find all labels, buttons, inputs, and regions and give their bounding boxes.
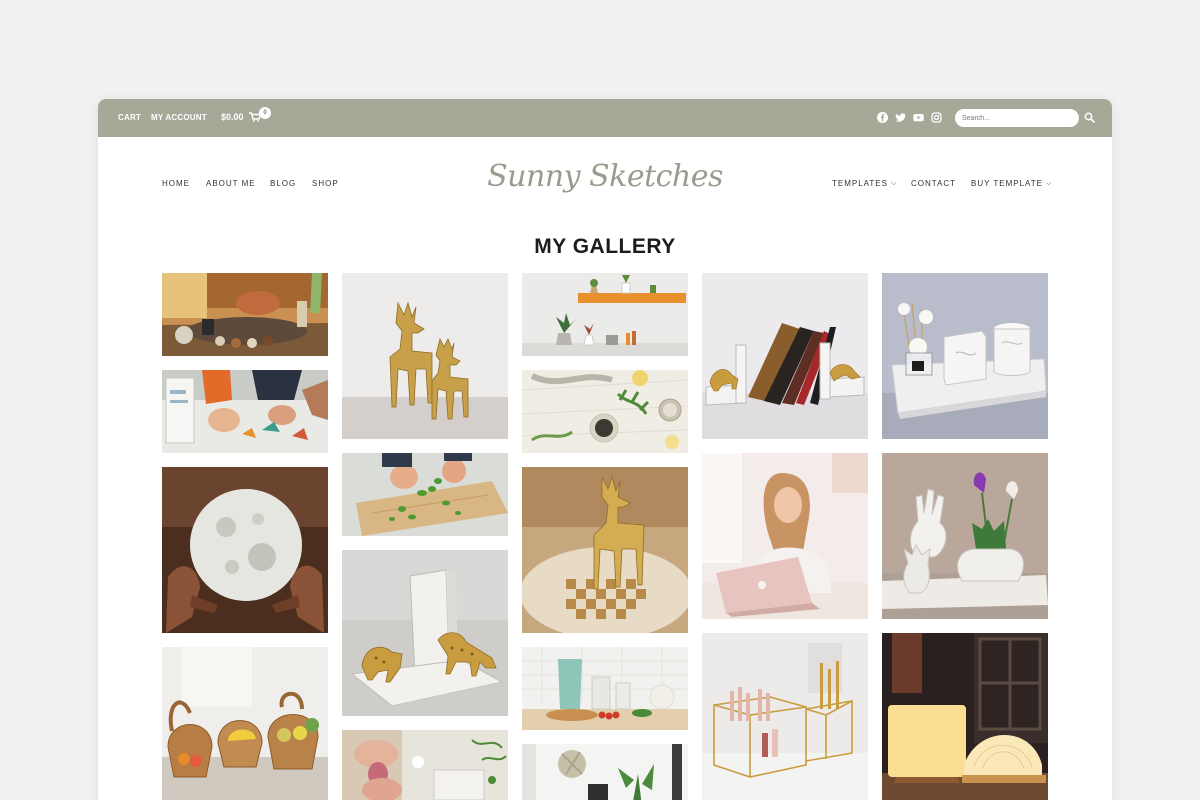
marble-candle-tray-photo[interactable] bbox=[882, 273, 1048, 439]
nav-blog[interactable]: BLOG bbox=[270, 179, 296, 188]
cart-total[interactable]: $0.00 bbox=[221, 112, 244, 122]
twitter-icon[interactable] bbox=[895, 112, 906, 123]
chevron-down-icon: ⌵ bbox=[1046, 180, 1053, 187]
site-logo[interactable]: Sunny Sketches bbox=[478, 159, 732, 194]
origami-craft-photo[interactable] bbox=[162, 370, 328, 453]
search-input[interactable] bbox=[955, 109, 1079, 127]
desk-plants-photo[interactable] bbox=[522, 744, 688, 800]
facebook-icon[interactable] bbox=[877, 112, 888, 123]
bookends-books-photo[interactable] bbox=[702, 273, 868, 439]
crafting-workshop-photo[interactable] bbox=[162, 273, 328, 356]
cart-link[interactable]: CART bbox=[118, 113, 141, 122]
chevron-down-icon: ⌵ bbox=[890, 180, 898, 187]
golden-deer-chessboard-photo[interactable] bbox=[522, 467, 688, 633]
nav-templates-label: TEMPLATES bbox=[832, 179, 888, 188]
browser-frame: CART MY ACCOUNT $0.00 0 HOME bbox=[98, 99, 1112, 800]
gold-glass-organizer-photo[interactable] bbox=[702, 633, 868, 800]
hand-vases-tulips-photo[interactable] bbox=[882, 453, 1048, 619]
herb-cutting-board-photo[interactable] bbox=[342, 453, 508, 536]
herbs-flatlay-photo[interactable] bbox=[522, 370, 688, 453]
nav-contact[interactable]: CONTACT bbox=[911, 179, 956, 188]
marble-leopard-bookend-photo[interactable] bbox=[342, 550, 508, 716]
wicker-baskets-photo[interactable] bbox=[162, 647, 328, 800]
golden-deer-pair-photo[interactable] bbox=[342, 273, 508, 439]
nav-about-me[interactable]: ABOUT ME bbox=[206, 179, 256, 188]
nav-buy-template-label: BUY TEMPLATE bbox=[971, 179, 1044, 188]
gallery-title: MY GALLERY bbox=[534, 235, 676, 258]
nav-buy-template[interactable]: BUY TEMPLATE ⌵ bbox=[971, 179, 1052, 189]
moon-lamp-photo[interactable] bbox=[162, 467, 328, 633]
kitchen-counter-photo[interactable] bbox=[522, 647, 688, 730]
search-icon[interactable] bbox=[1084, 112, 1095, 123]
nav-templates[interactable]: TEMPLATES ⌵ bbox=[832, 179, 897, 189]
instagram-icon[interactable] bbox=[931, 112, 942, 123]
top-bar: CART MY ACCOUNT $0.00 0 bbox=[98, 99, 1112, 137]
my-account-link[interactable]: MY ACCOUNT bbox=[151, 113, 207, 122]
woman-laptop-photo[interactable] bbox=[702, 453, 868, 619]
nav-shop[interactable]: SHOP bbox=[312, 179, 339, 188]
youtube-icon[interactable] bbox=[913, 112, 924, 123]
nav-home[interactable]: HOME bbox=[162, 179, 190, 188]
hands-crafting-photo[interactable] bbox=[342, 730, 508, 800]
book-lamp-photo[interactable] bbox=[882, 633, 1048, 800]
cart-count-badge: 0 bbox=[259, 107, 271, 119]
wall-shelf-plants-photo[interactable] bbox=[522, 273, 688, 356]
